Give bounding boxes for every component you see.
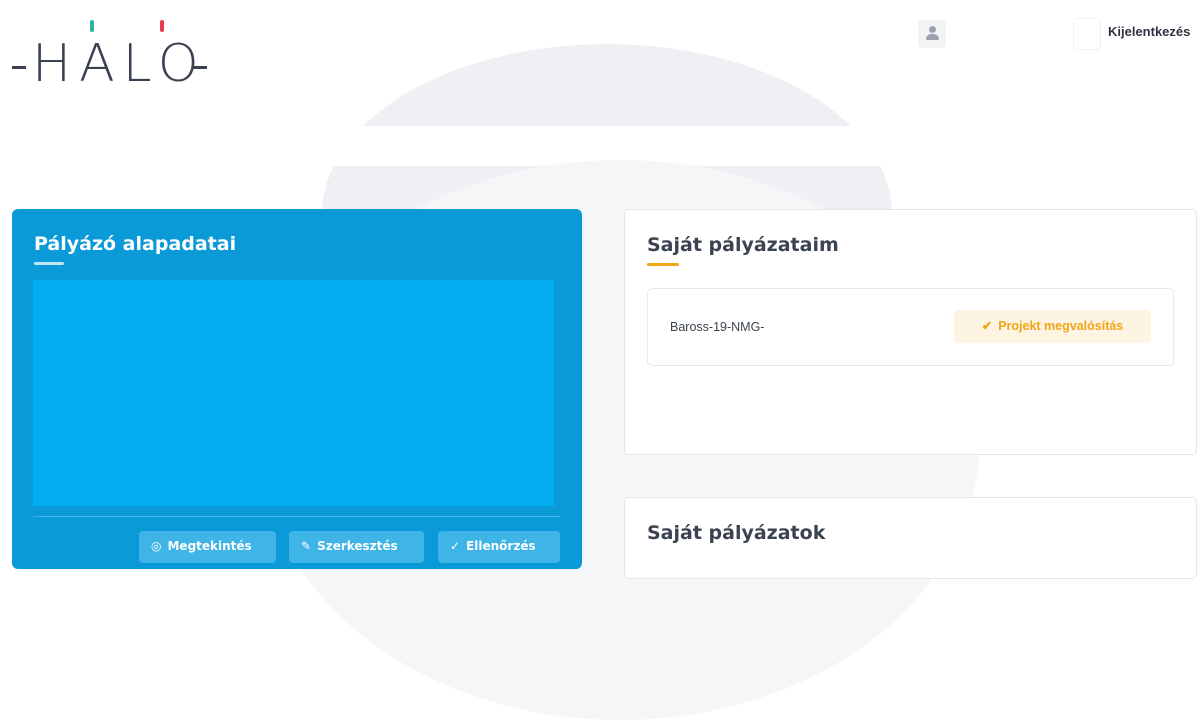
title-underline [647, 263, 679, 266]
logo-text: HALO [32, 34, 207, 94]
logo-tick-teal [90, 20, 94, 32]
applicant-data-panel [33, 280, 554, 506]
logo-dash-right [193, 66, 207, 69]
title-underline [34, 262, 64, 265]
logo-dash-left [12, 66, 26, 69]
check-button[interactable]: ✓ Ellenőrzés [438, 531, 560, 563]
application-id: Baross-19-NMG- [670, 320, 765, 334]
user-icon[interactable] [918, 20, 946, 48]
list-item[interactable]: Baross-19-NMG- ✔ Projekt megvalósítás [647, 288, 1174, 366]
own-applications-card: Saját pályázataim Baross-19-NMG- ✔ Projek… [624, 209, 1197, 455]
card-title: Saját pályázatok [647, 522, 826, 544]
eye-icon: ◎ [151, 539, 162, 553]
divider [33, 516, 560, 517]
edit-button[interactable]: ✎ Szerkesztés [289, 531, 424, 563]
card-title: Saját pályázataim [647, 234, 839, 256]
own-applications-card-2: Saját pályázatok [624, 497, 1197, 579]
check-icon: ✓ [450, 539, 461, 553]
view-button[interactable]: ◎ Megtekintés [139, 531, 276, 563]
logo-tick-red [160, 20, 164, 32]
status-badge: ✔ Projekt megvalósítás [954, 310, 1151, 343]
card-title: Pályázó alapadatai [34, 233, 237, 255]
logout-link[interactable]: Kijelentkezés [1108, 24, 1190, 39]
redacted-area [774, 317, 840, 336]
halo-logo[interactable]: HALO [12, 18, 212, 90]
applicant-data-card: Pályázó alapadatai ◎ Megtekintés ✎ Szerkes… [12, 209, 582, 569]
logout-icon[interactable] [1073, 18, 1101, 50]
check-icon: ✔ [981, 319, 993, 333]
pencil-icon: ✎ [301, 539, 312, 553]
